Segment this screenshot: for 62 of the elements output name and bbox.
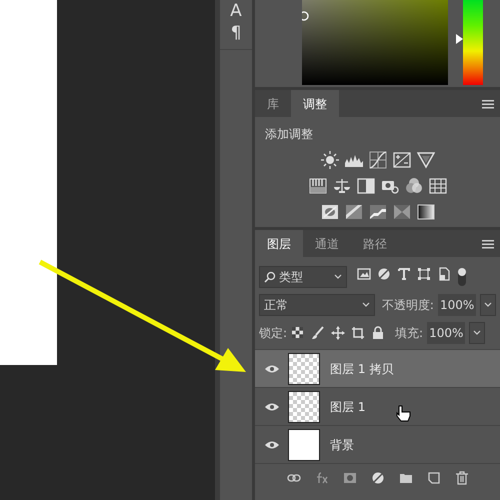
checkerboard-icon[interactable]	[291, 326, 306, 340]
hue-slider-thumb[interactable]	[456, 34, 463, 44]
text-type-icon[interactable]	[397, 267, 411, 281]
lock-icon[interactable]	[371, 326, 386, 340]
hourglass-icon[interactable]	[392, 203, 410, 221]
eye-icon[interactable]	[264, 440, 278, 450]
layer-row[interactable]: 背景	[255, 425, 500, 463]
caret-icon	[362, 301, 370, 309]
staircase-icon[interactable]	[368, 203, 386, 221]
layer-row[interactable]: 图层 1	[255, 387, 500, 425]
menu-icon[interactable]	[482, 238, 494, 248]
layer-row[interactable]: 图层 1 拷贝	[255, 349, 500, 387]
hue-slider[interactable]	[456, 0, 483, 85]
gradient-icon[interactable]	[416, 203, 434, 221]
plus-minus-icon[interactable]	[392, 151, 410, 169]
curve-grid-icon[interactable]	[368, 151, 386, 169]
image-icon[interactable]	[357, 267, 371, 281]
fill-label: 填充:	[395, 325, 424, 342]
sun-icon[interactable]	[320, 151, 338, 169]
trash-icon[interactable]	[454, 470, 468, 484]
half-square-icon[interactable]	[356, 177, 374, 195]
caret-icon	[473, 329, 482, 337]
balance-scale-icon[interactable]	[332, 177, 350, 195]
panel-title: 添加调整	[265, 126, 314, 143]
eye-icon[interactable]	[264, 364, 278, 374]
blend-mode-dropdown[interactable]: 正常	[259, 294, 375, 316]
opacity-label: 不透明度:	[382, 297, 434, 314]
mask-icon[interactable]	[342, 470, 356, 484]
opacity-field[interactable]: 100%	[438, 294, 476, 316]
gradient-bar-icon[interactable]	[308, 177, 326, 195]
transform-icon[interactable]	[417, 267, 431, 281]
hand-cursor-icon	[396, 406, 410, 422]
filter-dropdown[interactable]: 类型	[259, 266, 347, 288]
panel-tab[interactable]: 图层	[255, 230, 303, 257]
overlapping-circles-icon[interactable]	[404, 177, 422, 195]
half-circle-icon[interactable]	[370, 470, 384, 484]
caret-icon	[484, 301, 492, 309]
circle-square-icon[interactable]	[320, 203, 338, 221]
triangle-icon[interactable]	[416, 151, 434, 169]
opacity-dropdown-button[interactable]	[480, 294, 496, 316]
search-icon	[264, 271, 276, 283]
menu-icon[interactable]	[482, 98, 494, 108]
crop-icon[interactable]	[351, 326, 366, 340]
fill-field[interactable]: 100%	[427, 322, 466, 344]
brush-icon[interactable]	[311, 326, 326, 340]
tool-button[interactable]: A	[230, 0, 242, 22]
tool-button[interactable]: ¶	[230, 22, 242, 44]
smart-object-icon[interactable]	[437, 267, 451, 281]
eye-icon[interactable]	[264, 402, 278, 412]
fill-dropdown-button[interactable]	[469, 322, 486, 344]
new-layer-icon[interactable]	[426, 470, 440, 484]
color-picker-ring[interactable]	[302, 10, 310, 22]
move-icon[interactable]	[331, 326, 346, 340]
color-field[interactable]	[302, 0, 448, 85]
fx-icon[interactable]	[314, 470, 328, 484]
filter-toggle-icon[interactable]	[457, 267, 467, 287]
diagonal-gradient-icon[interactable]	[344, 203, 362, 221]
grid-icon[interactable]	[428, 177, 446, 195]
panel-tab[interactable]: 调整	[291, 90, 339, 117]
half-circle-icon[interactable]	[377, 267, 391, 281]
lock-label: 锁定:	[259, 325, 288, 342]
caret-icon	[334, 273, 342, 281]
